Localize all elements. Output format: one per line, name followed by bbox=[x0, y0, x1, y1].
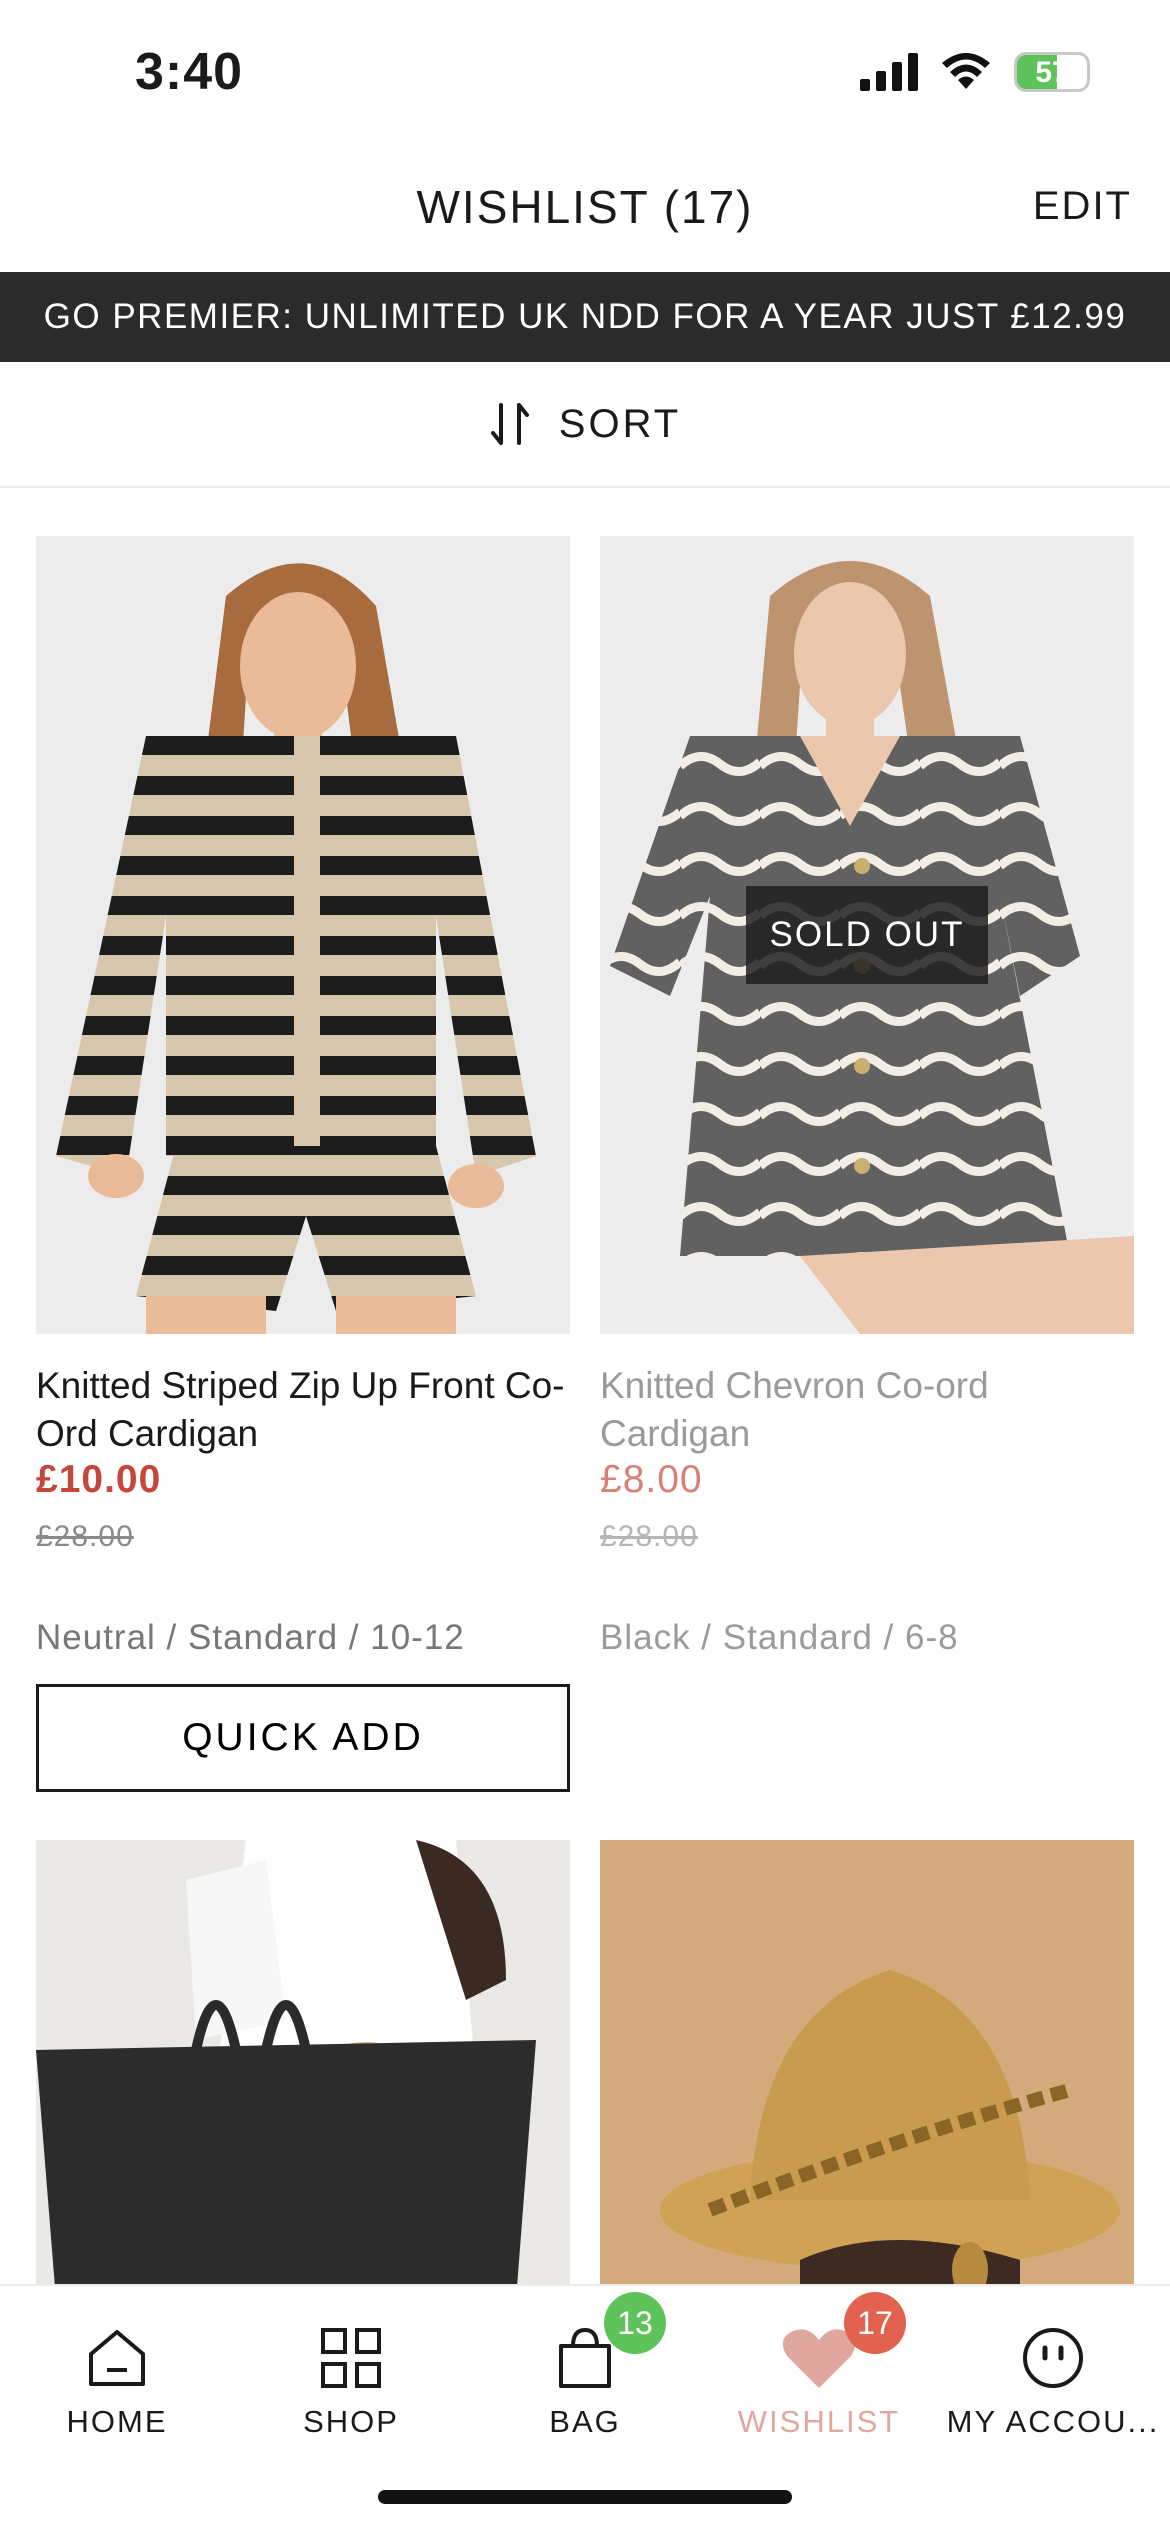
wifi-icon bbox=[942, 53, 990, 89]
product-card[interactable] bbox=[36, 1840, 570, 2284]
product-was-price: £28.00 bbox=[600, 1520, 698, 1553]
nav-label: WISHLIST bbox=[737, 2404, 901, 2439]
header: WISHLIST (17) EDIT bbox=[0, 150, 1170, 272]
battery-icon: 57 bbox=[1014, 52, 1090, 92]
product-was-price: £28.00 bbox=[36, 1520, 134, 1553]
sort-button[interactable]: SORT bbox=[0, 362, 1170, 488]
sort-label: SORT bbox=[558, 401, 682, 446]
product-image[interactable]: SOLD OUT bbox=[600, 536, 1134, 1334]
nav-wishlist[interactable]: 17 WISHLIST bbox=[702, 2286, 936, 2456]
heart-icon bbox=[782, 2329, 856, 2388]
product-variant[interactable]: Neutral / Standard / 10-12 bbox=[36, 1618, 465, 1658]
product-name[interactable]: Knitted Striped Zip Up Front Co-Ord Card… bbox=[36, 1362, 570, 1458]
promo-banner[interactable]: GO PREMIER: UNLIMITED UK NDD FOR A YEAR … bbox=[0, 272, 1170, 362]
sort-arrows-icon bbox=[490, 403, 529, 445]
grid-icon bbox=[321, 2328, 381, 2388]
home-indicator bbox=[378, 2490, 792, 2504]
product-variant[interactable]: Black / Standard / 6-8 bbox=[600, 1618, 959, 1658]
product-price: £10.00 bbox=[36, 1458, 162, 1501]
bag-count-badge: 13 bbox=[604, 2292, 666, 2354]
page-title: WISHLIST (17) bbox=[416, 181, 754, 233]
wishlist-count-badge: 17 bbox=[844, 2292, 906, 2354]
status-time: 3:40 bbox=[135, 43, 244, 101]
battery-percent: 57 bbox=[1035, 56, 1069, 89]
product-card[interactable] bbox=[600, 1840, 1134, 2284]
cellular-signal-icon bbox=[860, 53, 918, 91]
nav-bag[interactable]: 13 BAG bbox=[468, 2286, 702, 2456]
product-image[interactable] bbox=[600, 1840, 1134, 2284]
home-icon bbox=[89, 2330, 145, 2386]
nav-shop[interactable]: SHOP bbox=[234, 2286, 468, 2456]
sold-out-badge: SOLD OUT bbox=[746, 886, 988, 984]
product-image[interactable] bbox=[36, 1840, 570, 2284]
nav-label: HOME bbox=[66, 2404, 168, 2439]
nav-label: SHOP bbox=[303, 2404, 399, 2439]
status-icons: 57 bbox=[860, 52, 1090, 92]
product-image[interactable] bbox=[36, 536, 570, 1334]
product-price: £8.00 bbox=[600, 1458, 703, 1501]
edit-button[interactable]: EDIT bbox=[1033, 184, 1132, 229]
product-name[interactable]: Knitted Chevron Co-ord Cardigan bbox=[600, 1362, 1134, 1458]
nav-account[interactable]: MY ACCOU... bbox=[936, 2286, 1170, 2456]
status-bar: 3:40 57 bbox=[0, 0, 1170, 150]
nav-label: MY ACCOU... bbox=[946, 2404, 1160, 2439]
quick-add-button[interactable]: QUICK ADD bbox=[36, 1684, 570, 1792]
account-icon bbox=[1023, 2328, 1083, 2388]
nav-home[interactable]: HOME bbox=[0, 2286, 234, 2456]
nav-label: BAG bbox=[549, 2404, 621, 2439]
promo-text: GO PREMIER: UNLIMITED UK NDD FOR A YEAR … bbox=[43, 297, 1127, 336]
